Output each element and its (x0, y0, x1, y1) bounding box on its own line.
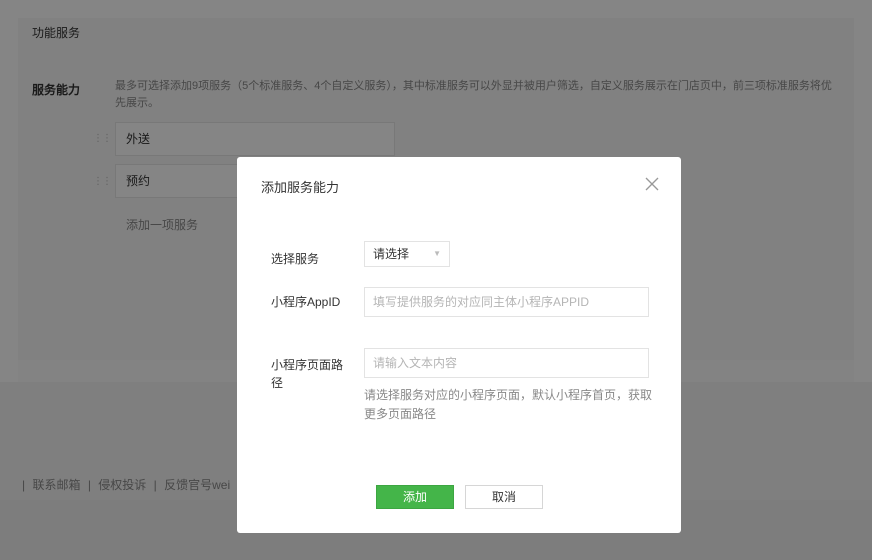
appid-label: 小程序AppID (271, 295, 341, 309)
page-path-label: 小程序页面路径 (271, 358, 344, 390)
page-path-hint: 请选择服务对应的小程序页面，默认小程序首页，获取更多页面路径 (364, 388, 653, 421)
appid-input[interactable] (364, 287, 649, 317)
chevron-down-icon: ▼ (433, 249, 441, 258)
service-select[interactable]: 请选择 ▼ (364, 241, 450, 267)
add-button[interactable]: 添加 (376, 485, 454, 509)
dialog-title: 添加服务能力 (261, 180, 340, 195)
service-select-value: 请选择 (373, 247, 410, 261)
page-path-input[interactable] (364, 348, 649, 378)
cancel-button[interactable]: 取消 (465, 485, 543, 509)
select-service-label: 选择服务 (271, 252, 320, 266)
add-service-dialog: 添加服务能力 选择服务 请选择 ▼ 小程序AppID 小程序页面路径 请选择服务… (237, 157, 681, 533)
close-icon[interactable] (641, 173, 663, 195)
